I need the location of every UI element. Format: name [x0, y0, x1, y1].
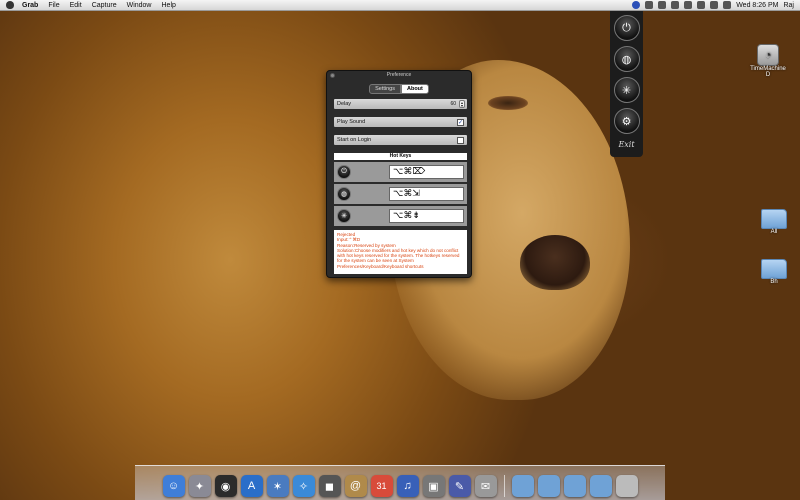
app-active-icon[interactable]	[632, 1, 641, 9]
hotkey-row: ✳ ⌥⌘⇟	[334, 206, 467, 226]
documents-folder-icon[interactable]	[537, 475, 560, 497]
facetime-icon[interactable]: ◼	[318, 475, 341, 497]
address-book-icon[interactable]: @	[344, 475, 367, 497]
hotkey-field[interactable]: ⌥⌘⇟	[389, 209, 464, 223]
xcode-icon[interactable]: ✎	[448, 475, 471, 497]
tab-settings[interactable]: Settings	[369, 84, 401, 94]
window-titlebar[interactable]: Preference	[327, 71, 471, 80]
menu-capture[interactable]: Capture	[92, 2, 117, 9]
menu-clock[interactable]: Wed 8:26 PM	[736, 2, 778, 9]
start-on-login-row: Start on Login	[334, 135, 467, 145]
dashboard-icon[interactable]: ◉	[214, 475, 237, 497]
dock: ☺ ✦ ◉ A ✶ ✧ ◼ @31 ♫ ▣ ✎ ✉	[135, 465, 665, 500]
launchpad-icon[interactable]: ✦	[188, 475, 211, 497]
ical-icon[interactable]: 31	[370, 475, 393, 497]
exit-button[interactable]: Exit	[618, 140, 634, 149]
gears-icon[interactable]: ⚙	[613, 108, 640, 134]
app-store-icon[interactable]: A	[240, 475, 263, 497]
desktop-icon-label: Bh	[770, 279, 778, 285]
delay-label: Delay	[337, 101, 352, 107]
play-sound-label: Play Sound	[337, 119, 366, 125]
volume-icon[interactable]	[710, 1, 719, 9]
trash-icon[interactable]	[615, 475, 638, 497]
close-icon[interactable]	[330, 73, 335, 78]
applications-folder-icon[interactable]	[511, 475, 534, 497]
delay-stepper[interactable]: ▴ ▾	[459, 100, 465, 108]
preference-window: Preference Settings About Delay 60 ▴ ▾ Pl…	[326, 70, 472, 278]
start-on-login-checkbox[interactable]	[457, 136, 464, 144]
power-icon[interactable]: ⏻	[337, 165, 351, 179]
spinner-icon[interactable]: ✳	[337, 209, 351, 223]
server-folder-icon[interactable]	[589, 475, 612, 497]
menu-user[interactable]: Raj	[783, 2, 794, 9]
delay-row: Delay 60 ▴ ▾	[334, 99, 467, 109]
hotkey-field[interactable]: ⌥⌘⇲	[389, 187, 464, 201]
desktop-icon-timemachine[interactable]: ◔ TimeMachine D	[750, 44, 786, 78]
sleep-icon[interactable]: ◍	[613, 46, 640, 72]
menu-edit[interactable]: Edit	[70, 2, 82, 9]
desktop-icon-label: All	[770, 229, 778, 235]
play-sound-row: Play Sound ✓	[334, 117, 467, 127]
safari-icon[interactable]: ✧	[292, 475, 315, 497]
menu-help[interactable]: Help	[162, 2, 176, 9]
menu-bar: Grab File Edit Capture Window Help Wed 8…	[0, 0, 800, 11]
power-icon[interactable]: ⏻	[613, 15, 640, 41]
hard-disk-icon: ◔	[757, 44, 779, 66]
downloads-folder-icon[interactable]	[563, 475, 586, 497]
apple-menu-icon[interactable]	[6, 1, 14, 9]
play-sound-checkbox[interactable]: ✓	[457, 118, 464, 126]
finder-icon[interactable]: ☺	[162, 475, 185, 497]
delay-value[interactable]: 60	[450, 101, 456, 107]
gear-icon[interactable]	[645, 1, 654, 9]
tab-about[interactable]: About	[400, 84, 429, 94]
folder-icon	[761, 209, 787, 229]
lion-nose	[520, 235, 590, 290]
window-title: Preference	[386, 72, 412, 78]
hotkey-row: ⏻ ⌥⌘⌦	[334, 162, 467, 182]
display-icon[interactable]	[684, 1, 693, 9]
start-on-login-label: Start on Login	[337, 137, 372, 143]
flag-icon[interactable]	[723, 1, 732, 9]
sync-icon[interactable]	[671, 1, 680, 9]
folder-icon	[761, 259, 787, 279]
menu-file[interactable]: File	[48, 2, 59, 9]
dock-separator	[503, 475, 505, 497]
lion-eye	[488, 96, 528, 110]
hotkey-row: ◍ ⌥⌘⇲	[334, 184, 467, 204]
menu-app-name[interactable]: Grab	[22, 2, 38, 9]
desktop-icon-label: TimeMachine D	[750, 66, 786, 78]
desktop-icon-bh[interactable]: Bh	[761, 259, 787, 285]
status-area: Wed 8:26 PM Raj	[632, 1, 800, 9]
hotkeys-header: Hot Keys	[334, 153, 467, 160]
photo-icon[interactable]: ✶	[266, 475, 289, 497]
spinner-icon[interactable]: ✳	[613, 77, 640, 103]
tab-bar: Settings About	[327, 84, 471, 94]
photobooth-icon[interactable]: ▣	[422, 475, 445, 497]
wifi-icon[interactable]	[697, 1, 706, 9]
hotkey-field[interactable]: ⌥⌘⌦	[389, 165, 464, 179]
error-message-box: Rejected Input:⌃⌘D Reason:Reserved by sy…	[334, 230, 467, 274]
menu-window[interactable]: Window	[127, 2, 152, 9]
sleep-icon[interactable]: ◍	[337, 187, 351, 201]
error-line: Solution:Choose modifiers and hot key wh…	[337, 247, 460, 269]
control-strip: ⏻ ◍ ✳ ⚙ Exit	[610, 11, 643, 157]
itunes-icon[interactable]: ♫	[396, 475, 419, 497]
desktop-icon-all[interactable]: All	[761, 209, 787, 235]
power-icon[interactable]	[658, 1, 667, 9]
preview-icon[interactable]: ✉	[474, 475, 497, 497]
